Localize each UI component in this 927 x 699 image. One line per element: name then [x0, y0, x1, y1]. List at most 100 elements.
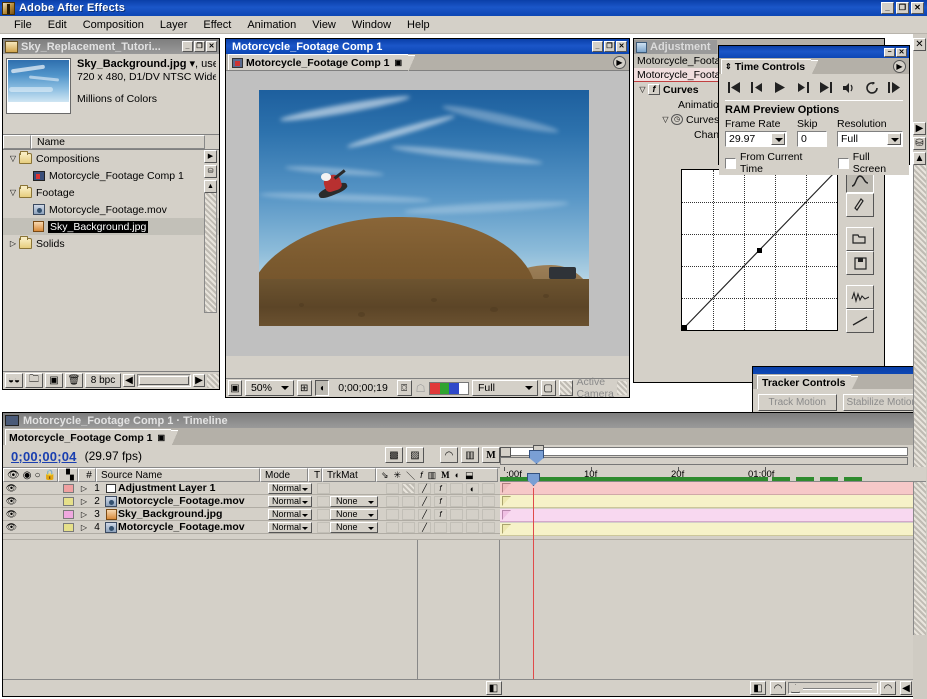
adjustment-toggle[interactable] — [466, 495, 479, 507]
adjustment-toggle[interactable] — [466, 508, 479, 520]
save-curve-icon[interactable] — [846, 251, 874, 275]
track-matte-toggle[interactable] — [316, 521, 330, 533]
frame-blend-toggle[interactable] — [450, 495, 463, 507]
chevron-down-icon[interactable] — [771, 133, 785, 145]
expand-collapse-button[interactable]: ◧ — [750, 681, 766, 695]
menu-edit[interactable]: Edit — [40, 18, 75, 32]
menu-effect[interactable]: Effect — [195, 18, 239, 32]
frame-blend-toggle[interactable] — [450, 482, 463, 494]
effects-icon[interactable]: f — [420, 470, 423, 480]
layer-number-column[interactable]: # — [78, 468, 96, 482]
region-of-interest-icon[interactable]: ⊞ — [296, 380, 312, 396]
show-region-icon[interactable]: ▢ — [540, 380, 556, 396]
adjustment-toggle[interactable] — [466, 521, 479, 533]
eye-icon[interactable]: 👁 — [6, 509, 17, 520]
next-frame-icon[interactable] — [796, 81, 810, 95]
resize-grip[interactable] — [207, 373, 219, 388]
list-item-selected[interactable]: Sky_Background.jpg — [3, 218, 219, 235]
layer-bar-3[interactable] — [500, 509, 926, 522]
eye-icon[interactable]: 👁 — [6, 496, 17, 507]
label-swatch[interactable] — [62, 483, 74, 493]
audio-icon[interactable]: ◉ — [23, 470, 32, 481]
layer-source-name[interactable]: Sky_Background.jpg — [118, 508, 268, 520]
app-restore-button[interactable]: ❐ — [896, 2, 909, 14]
tracker-tabstrip[interactable]: Tracker Controls — [753, 374, 926, 391]
project-footer-toolbar[interactable]: ◒◒ 🗀 ▣ 🗑 8 bpc ◀ ▶ — [3, 371, 219, 389]
project-window-buttons[interactable]: _ ❐ ✕ — [182, 41, 219, 52]
effects-toggle[interactable] — [434, 521, 447, 533]
strip-flowchart-button[interactable]: ⛁ — [913, 137, 926, 150]
track-matte-toggle[interactable] — [316, 495, 330, 507]
frame-blend-icon[interactable]: ▥ — [428, 470, 437, 481]
menu-animation[interactable]: Animation — [239, 18, 304, 32]
transport-controls[interactable] — [725, 77, 903, 98]
label-swatch[interactable] — [62, 522, 74, 532]
panel-menu-icon[interactable]: ▣ — [158, 433, 166, 442]
loop-icon[interactable] — [865, 81, 879, 95]
always-preview-this-view-icon[interactable]: ▣ — [228, 380, 242, 396]
app-close-button[interactable]: ✕ — [911, 2, 924, 14]
menu-layer[interactable]: Layer — [152, 18, 196, 32]
source-name-column[interactable]: Source Name — [96, 468, 260, 482]
tab-adjustment-layer[interactable]: Adjustment — [634, 40, 717, 54]
time-controls-minimize-button[interactable]: − — [884, 47, 895, 57]
current-time-indicator-line[interactable] — [533, 488, 534, 559]
quality-toggle[interactable]: ╱ — [418, 482, 431, 494]
title-action-safe-icon[interactable]: ◖ — [314, 380, 330, 396]
smooth-curve-icon[interactable] — [846, 285, 874, 309]
track-motion-button[interactable]: Track Motion — [758, 394, 837, 411]
list-item[interactable]: Motorcycle_Footage Comp 1 — [3, 167, 219, 184]
menu-composition[interactable]: Composition — [75, 18, 152, 32]
timeline-ruler[interactable]: :00f 10f 20f 01:00f — [500, 467, 926, 482]
menubar[interactable]: File Edit Composition Layer Effect Anima… — [0, 16, 927, 34]
curve-point-black[interactable] — [682, 325, 687, 330]
fx-icon[interactable]: f — [648, 84, 660, 95]
checkbox-icon[interactable] — [837, 157, 849, 169]
timeline-empty-area[interactable] — [3, 539, 926, 679]
twirl-icon[interactable]: ▷ — [7, 239, 19, 248]
list-item[interactable]: ▽ Compositions — [3, 150, 219, 167]
layer-bar-4[interactable] — [500, 523, 926, 536]
comp-window-buttons[interactable]: _ ❐ ✕ — [592, 41, 629, 52]
curves-graph[interactable] — [681, 169, 838, 331]
zoom-out-icon[interactable]: ◠ — [770, 681, 786, 695]
quality-toggle[interactable]: ╱ — [418, 521, 431, 533]
tab-time-controls[interactable]: ⇕ Time Controls — [721, 59, 819, 76]
scroll-up-button[interactable]: ▲ — [204, 180, 217, 193]
work-area-bar[interactable] — [500, 477, 768, 481]
toggle-switches-modes-icon[interactable]: ◧ — [485, 681, 502, 695]
eye-icon[interactable]: 👁 — [6, 522, 17, 533]
timeline-zoom-slider[interactable] — [788, 682, 878, 694]
from-current-time-checkbox[interactable]: From Current Time — [725, 151, 824, 175]
shy-icon[interactable]: ⇘ — [381, 470, 389, 481]
3d-layer-toggle[interactable] — [482, 521, 495, 533]
eye-icon[interactable]: 👁 — [7, 470, 20, 481]
3d-layer-toggle[interactable] — [482, 482, 495, 494]
layer-source-name[interactable]: Motorcycle_Footage.mov — [118, 495, 268, 507]
timeline-toolbar[interactable]: ▩ ▨ ◠ ▥ M — [385, 447, 500, 463]
comp-family-icon[interactable]: ◀ — [900, 681, 912, 695]
composition-canvas[interactable] — [226, 71, 629, 356]
blend-mode-select[interactable]: Normal — [268, 495, 312, 507]
previous-frame-icon[interactable] — [750, 81, 764, 95]
layer-bar-1[interactable] — [500, 482, 926, 495]
tab-timeline-comp[interactable]: Motorcycle_Footage Comp 1 ▣ — [5, 429, 179, 447]
chevron-down-icon[interactable] — [887, 133, 901, 145]
time-controls-close-button[interactable]: ✕ — [896, 47, 907, 57]
frame-blend-toggle[interactable] — [450, 521, 463, 533]
draft-3d-icon[interactable]: ▨ — [406, 447, 424, 463]
list-item[interactable]: Motorcycle_Footage.mov — [3, 201, 219, 218]
bit-depth-button[interactable]: 8 bpc — [85, 373, 121, 388]
trkmat-select[interactable]: None — [330, 495, 378, 507]
time-controls-panel-menu-button[interactable]: ▶ — [893, 60, 906, 73]
label-color-icon[interactable]: ▚ — [58, 468, 78, 482]
collapse-toggle[interactable] — [402, 521, 415, 533]
layer-bar-2[interactable] — [500, 495, 926, 508]
lock-icon[interactable]: 🔒 — [43, 470, 55, 481]
ram-preview-icon[interactable] — [888, 81, 902, 95]
project-scrollbar[interactable]: ▶ ⛁ ▲ — [204, 150, 217, 360]
open-curve-icon[interactable] — [846, 227, 874, 251]
tracker-main-buttons[interactable]: Track Motion Stabilize Motion — [758, 394, 921, 411]
comp-panel-menu-button[interactable]: ▶ — [613, 56, 626, 69]
twirl-icon[interactable]: ▷ — [78, 510, 90, 519]
